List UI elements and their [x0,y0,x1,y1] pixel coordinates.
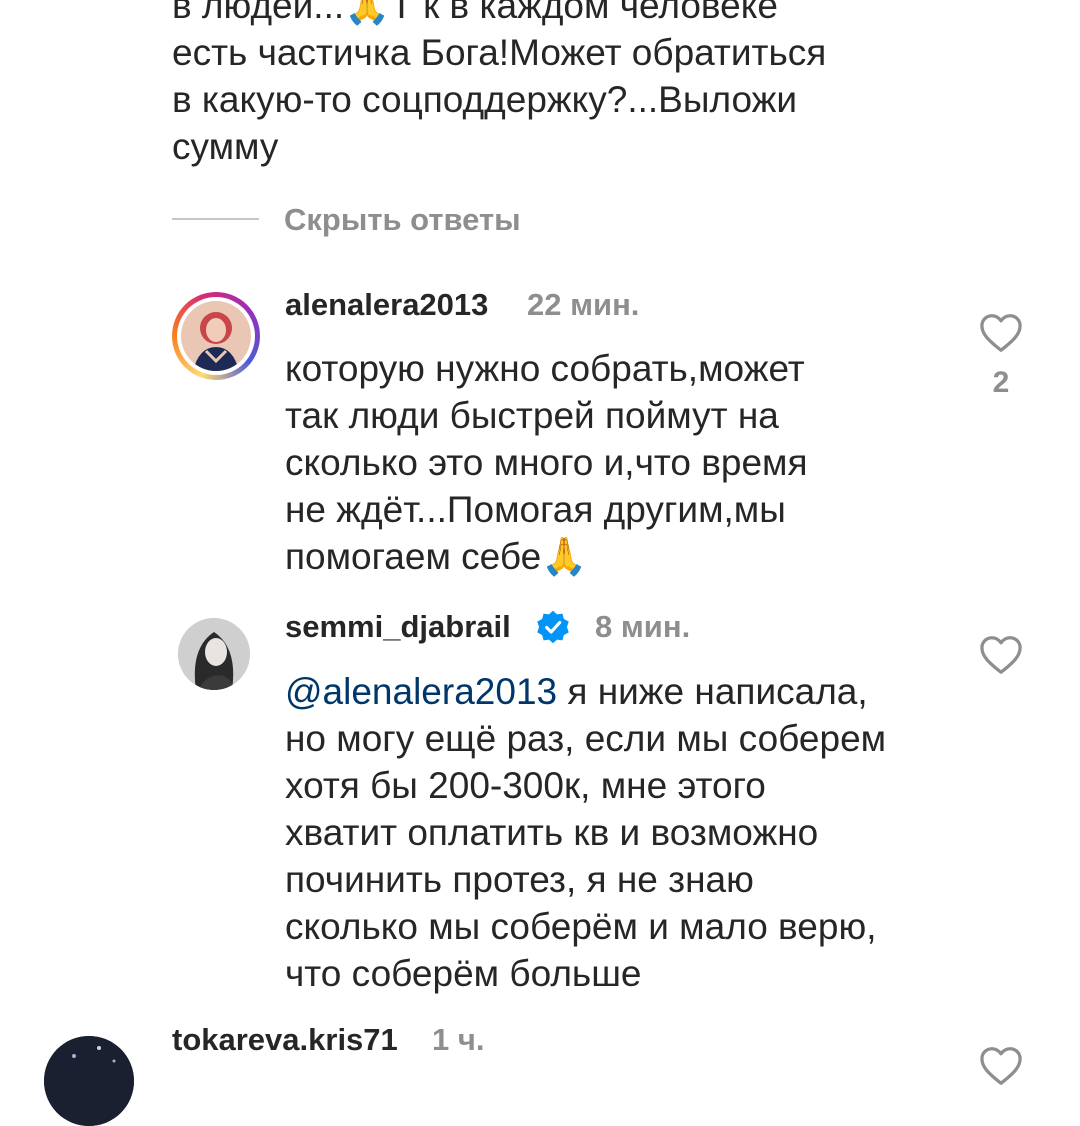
avatar[interactable] [172,292,260,380]
comment-time: 22 мин. [527,287,640,322]
comment-username[interactable]: semmi_djabrail [285,607,511,647]
replies-divider-line [172,218,259,220]
comment-username[interactable]: alenalera2013 [285,285,488,325]
verified-badge-icon [535,609,571,645]
heart-outline-icon [980,636,1022,674]
avatar-photo [181,301,251,371]
avatar[interactable] [178,618,250,690]
comment-time: 1 ч. [432,1022,485,1057]
hide-replies-button[interactable]: Скрыть ответы [284,200,521,240]
like-count: 2 [992,366,1010,399]
heart-outline-icon [980,1047,1022,1085]
comment-text: @alenalera2013 я ниже написала, но могу … [285,668,985,997]
like-button[interactable] [979,635,1023,675]
comment-text: которую нужно собрать,может так люди быс… [285,348,808,577]
avatar-photo [178,618,250,690]
avatar[interactable] [44,1036,134,1126]
like-button[interactable] [979,313,1023,353]
comment-body: я ниже написала, но могу ещё раз, если м… [285,671,887,994]
comment-time: 8 мин. [595,609,691,644]
heart-outline-icon [980,314,1022,352]
avatar-photo [44,1036,134,1126]
like-button[interactable] [979,1046,1023,1086]
parent-comment-text: в людей...🙏Т к в каждом человеке есть ча… [172,0,827,167]
user-mention-link[interactable]: @alenalera2013 [285,671,557,712]
comment-username[interactable]: tokareva.kris71 [172,1020,398,1060]
